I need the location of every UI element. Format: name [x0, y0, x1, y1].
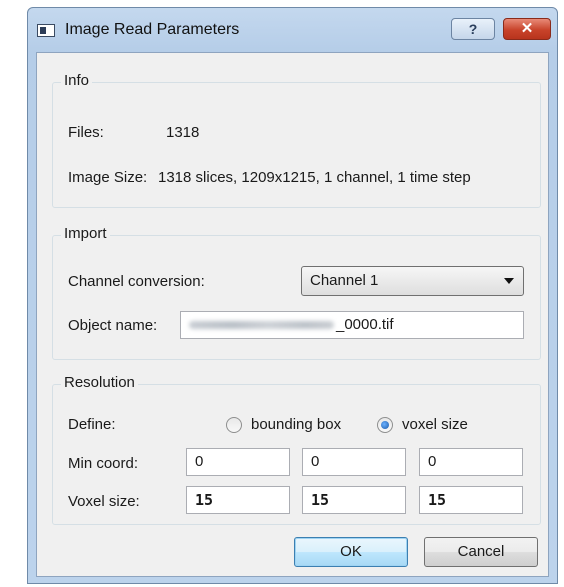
bounding-box-label[interactable]: bounding box [251, 416, 341, 433]
files-value: 1318 [166, 124, 200, 141]
channel-conversion-value: Channel 1 [310, 272, 379, 289]
bounding-box-radio[interactable] [226, 417, 242, 433]
min-coord-label: Min coord: [68, 455, 139, 472]
title-bar[interactable]: Image Read Parameters ? ✕ [28, 8, 557, 52]
image-size-value: 1318 slices, 1209x1215, 1 channel, 1 tim… [158, 169, 471, 186]
info-group: Info Files: 1318 Image Size: 1318 slices… [52, 72, 541, 208]
object-name-suffix: _0000.tif [336, 316, 394, 333]
ok-button[interactable]: OK [294, 537, 408, 567]
channel-conversion-select[interactable]: Channel 1 [301, 266, 524, 296]
redacted-text [189, 321, 334, 330]
dialog-window: Image Read Parameters ? ✕ Info Files: 13… [27, 7, 558, 584]
min-coord-y-input[interactable]: 0 [302, 448, 406, 476]
object-name-label: Object name: [68, 317, 158, 334]
app-window-icon [37, 24, 55, 37]
files-label: Files: [68, 124, 104, 141]
min-coord-x-input[interactable]: 0 [186, 448, 290, 476]
image-size-label: Image Size: [68, 169, 148, 186]
import-group-title: Import [61, 225, 110, 242]
voxel-size-z-input[interactable]: 15 [419, 486, 523, 514]
object-name-input[interactable]: _0000.tif [180, 311, 524, 339]
voxel-size-radio[interactable] [377, 417, 393, 433]
cancel-button[interactable]: Cancel [424, 537, 538, 567]
voxel-size-y-input[interactable]: 15 [302, 486, 406, 514]
voxel-size-x-input[interactable]: 15 [186, 486, 290, 514]
help-button[interactable]: ? [451, 18, 495, 40]
channel-conversion-label: Channel conversion: [68, 273, 205, 290]
dialog-client-area: Info Files: 1318 Image Size: 1318 slices… [36, 52, 549, 577]
voxel-size-option-label[interactable]: voxel size [402, 416, 468, 433]
chevron-down-icon [504, 278, 514, 284]
import-group: Import Channel conversion: Channel 1 Obj… [52, 225, 541, 360]
window-title: Image Read Parameters [65, 21, 240, 38]
close-button[interactable]: ✕ [503, 18, 551, 40]
min-coord-z-input[interactable]: 0 [419, 448, 523, 476]
info-group-title: Info [61, 72, 93, 89]
resolution-group-title: Resolution [61, 374, 138, 391]
resolution-group: Resolution Define: bounding box voxel si… [52, 374, 541, 525]
voxel-size-label: Voxel size: [68, 493, 140, 510]
define-label: Define: [68, 416, 116, 433]
